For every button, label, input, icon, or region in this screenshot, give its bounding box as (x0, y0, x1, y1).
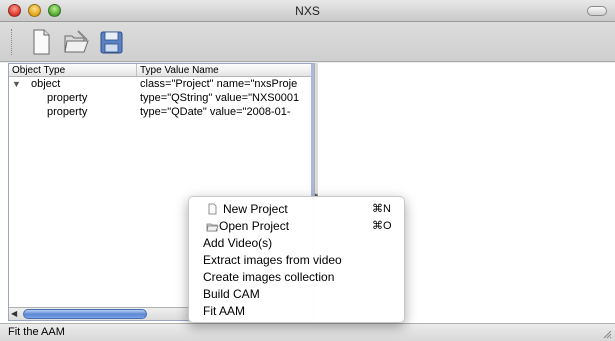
menu-item-create-images-collection[interactable]: Create images collection (189, 269, 404, 285)
new-document-icon (33, 29, 50, 55)
resize-grip-icon[interactable] (602, 329, 612, 339)
window-title: NXS (295, 4, 320, 18)
disclosure-triangle-icon[interactable]: ▼ (12, 77, 21, 91)
open-project-toolbar-button[interactable] (62, 27, 90, 57)
context-menu: New Project ⌘N Open Project ⌘O Add Video… (188, 196, 405, 323)
tree-cell-type: object (31, 78, 61, 90)
open-folder-icon (206, 223, 219, 232)
toolbar-toggle-button[interactable] (587, 6, 607, 16)
menu-item-extract-images[interactable]: Extract images from video (189, 252, 404, 268)
tree-cell-value: type="QDate" value="2008-01- (140, 106, 291, 118)
tree-cell-value: class="Project" name="nxsProje (140, 78, 298, 90)
save-project-toolbar-button[interactable] (97, 27, 125, 57)
new-project-toolbar-button[interactable] (27, 27, 55, 57)
scrollbar-thumb[interactable] (23, 309, 147, 319)
status-text: Fit the AAM (8, 326, 65, 338)
new-document-icon (208, 203, 217, 215)
toolbar (0, 22, 615, 62)
open-folder-icon (64, 30, 89, 53)
tree-row[interactable]: property type="QString" value="NXS0001 (9, 91, 311, 105)
menu-item-open-project[interactable]: Open Project ⌘O (189, 218, 404, 234)
tree-cell-type: property (47, 92, 88, 104)
column-header-type-value-name[interactable]: Type Value Name (137, 64, 311, 76)
menu-item-add-videos[interactable]: Add Video(s) (189, 235, 404, 251)
tree-row[interactable]: property type="QDate" value="2008-01- (9, 105, 311, 119)
column-header-object-type[interactable]: Object Type (9, 64, 137, 76)
title-bar: NXS (0, 0, 615, 22)
app-window: NXS Object Type Type Value Name ▼ object… (0, 0, 615, 341)
toolbar-grip[interactable] (11, 29, 14, 55)
tree-cell-type: property (47, 106, 88, 118)
tree-header: Object Type Type Value Name (9, 64, 311, 77)
menu-item-new-project[interactable]: New Project ⌘N (189, 201, 404, 217)
scroll-left-icon[interactable]: ◀ (11, 309, 17, 318)
menu-item-build-cam[interactable]: Build CAM (189, 286, 404, 302)
save-disk-icon (100, 31, 123, 54)
tree-row[interactable]: ▼ object class="Project" name="nxsProje (9, 77, 311, 91)
tree-cell-value: type="QString" value="NXS0001 (140, 92, 300, 104)
menu-item-fit-aam[interactable]: Fit AAM (189, 303, 404, 319)
status-bar: Fit the AAM (0, 323, 615, 341)
